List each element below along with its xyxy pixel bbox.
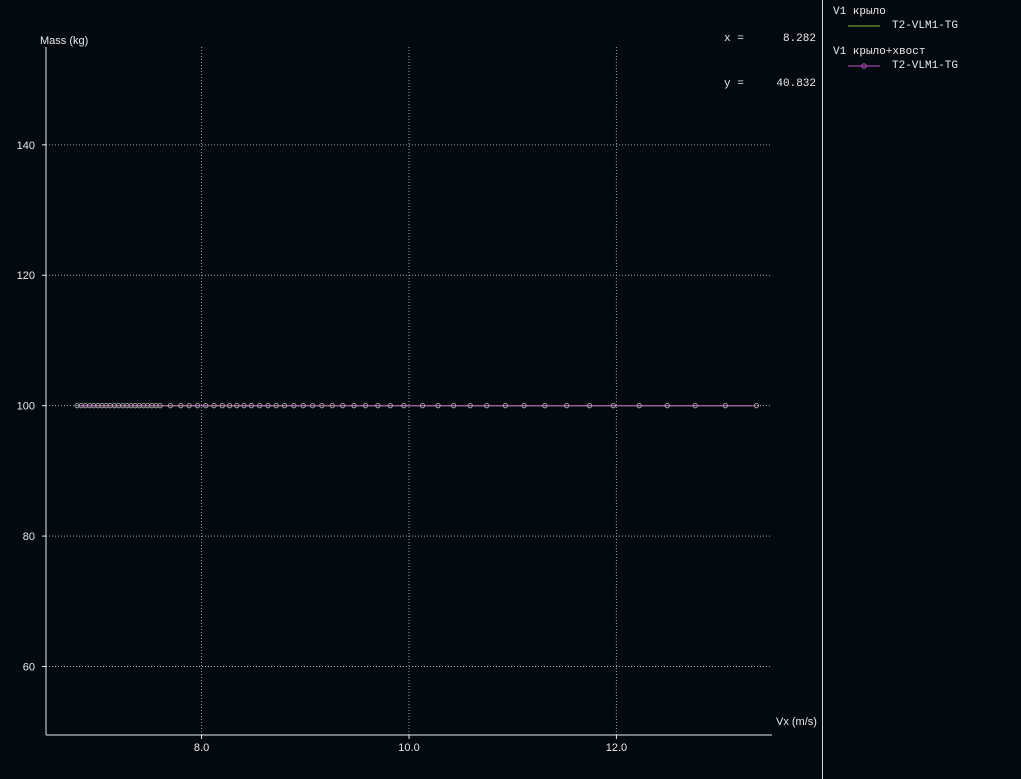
- y-tick-label: 80: [23, 531, 35, 543]
- y-tick-label: 60: [23, 662, 35, 674]
- axes: [42, 47, 772, 739]
- y-axis-label: Mass (kg): [40, 35, 88, 47]
- legend-entry-label: T2-VLM1-TG: [892, 20, 959, 32]
- series-layer: [74, 403, 760, 409]
- legend-title: V1 крыло: [833, 6, 886, 18]
- x-axis-label: Vx (m/s): [776, 716, 817, 728]
- tick-labels: 60 80 100 120 140 8.0 10.0 12.0: [17, 140, 627, 754]
- legend-group-wing-tail[interactable]: V1 крыло+хвост T2-VLM1-TG: [833, 45, 1018, 73]
- legend-marker-swatch: [848, 63, 880, 69]
- legend-entry-label: T2-VLM1-TG: [892, 60, 959, 72]
- legend-title: V1 крыло+хвост: [833, 46, 926, 58]
- legend-panel: V1 крыло T2-VLM1-TG V1 крыло+хвост T2-VL…: [833, 5, 1018, 85]
- cursor-readout: x = 8.282 y = 40.832: [724, 2, 816, 107]
- readout-y-label: y =: [724, 78, 744, 90]
- y-tick-label: 140: [17, 140, 35, 152]
- grid-lines: [46, 47, 772, 735]
- legend-group-wing[interactable]: V1 крыло T2-VLM1-TG: [833, 5, 1018, 33]
- readout-x-value: 8.282: [782, 33, 816, 45]
- readout-x-label: x =: [724, 33, 744, 45]
- legend-line-swatch: [848, 25, 880, 27]
- y-tick-label: 100: [17, 401, 35, 413]
- plot-area[interactable]: 60 80 100 120 140 8.0 10.0 12.0 Mass (kg) Vx (m…: [0, 0, 822, 779]
- x-tick-label: 12.0: [606, 742, 627, 754]
- panel-divider: [822, 0, 823, 779]
- readout-y-value: 40.832: [776, 78, 816, 90]
- x-tick-label: 10.0: [398, 742, 419, 754]
- x-tick-label: 8.0: [194, 742, 209, 754]
- y-tick-label: 120: [17, 270, 35, 282]
